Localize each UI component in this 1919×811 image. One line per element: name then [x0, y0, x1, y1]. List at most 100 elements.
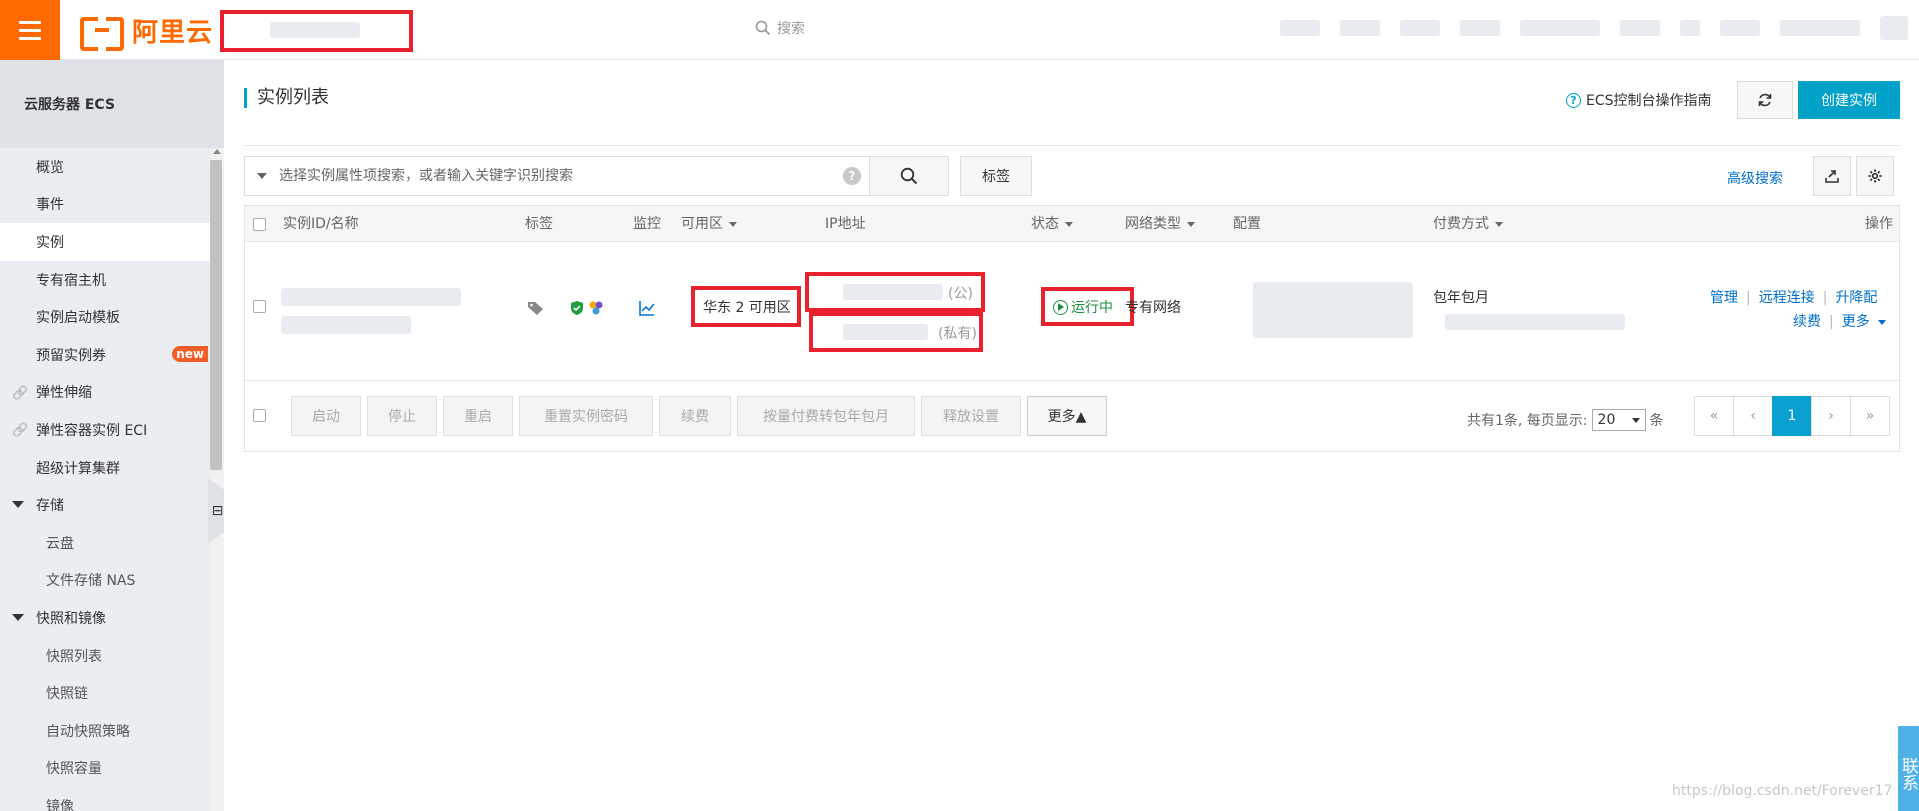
page-title: 实例列表: [244, 88, 329, 108]
col-network[interactable]: 网络类型: [1125, 206, 1195, 242]
menu-icon[interactable]: [0, 0, 60, 60]
col-status[interactable]: 状态: [1031, 206, 1073, 242]
sidebar-item[interactable]: 🔗 弹性伸缩: [0, 374, 210, 412]
search-filter-dropdown-icon[interactable]: [257, 173, 267, 179]
aliyun-logo[interactable]: 阿里云: [80, 13, 213, 51]
sidebar-item[interactable]: 存储: [0, 486, 210, 524]
last-page-button[interactable]: »: [1850, 396, 1890, 436]
redacted-expiry: [1445, 314, 1625, 330]
sidebar-item[interactable]: 镜像: [0, 787, 210, 811]
status-badge: 运行中: [1053, 297, 1113, 317]
more-actions-link[interactable]: 更多: [1842, 314, 1870, 330]
gear-icon: [1868, 169, 1882, 183]
top-search[interactable]: 搜索: [755, 18, 805, 38]
export-button[interactable]: [1813, 156, 1851, 196]
sidebar-item-label: 事件: [36, 197, 64, 214]
contact-us-button[interactable]: 联系: [1898, 726, 1919, 811]
footer-select-all-checkbox[interactable]: [253, 409, 266, 422]
resize-link[interactable]: 升降配: [1835, 290, 1877, 306]
col-billing[interactable]: 付费方式: [1433, 206, 1503, 242]
sidebar-item[interactable]: 事件: [0, 186, 210, 224]
col-zone[interactable]: 可用区: [681, 206, 737, 242]
new-badge: new: [172, 345, 208, 362]
create-instance-button[interactable]: 创建实例: [1798, 81, 1900, 119]
sidebar-item[interactable]: 自动快照策略: [0, 712, 210, 750]
col-actions: 操作: [1865, 216, 1893, 232]
redacted-topnav-6: [1620, 20, 1660, 36]
sidebar-item[interactable]: 概览: [0, 148, 210, 186]
instance-search-box[interactable]: ?: [244, 156, 872, 196]
redacted-topnav-8: [1720, 20, 1760, 36]
first-page-button[interactable]: «: [1694, 396, 1734, 436]
sidebar-item[interactable]: 云盘: [0, 524, 210, 562]
footer-checkbox-cell: [253, 409, 266, 426]
restart-button[interactable]: 重启: [443, 396, 513, 436]
zone-filter-icon: [729, 221, 737, 227]
instance-search-input[interactable]: [279, 158, 843, 194]
sidebar-item[interactable]: 超级计算集群: [0, 449, 210, 487]
next-page-button[interactable]: ›: [1811, 396, 1851, 436]
sidebar-item-label: 存储: [36, 498, 64, 515]
col-tags: 标签: [525, 216, 553, 232]
billing-value: 包年包月: [1433, 290, 1489, 306]
sidebar-item[interactable]: 快照和镜像: [0, 599, 210, 637]
sidebar-item-label: 镜像: [46, 798, 74, 811]
sidebar-item[interactable]: 快照列表: [0, 637, 210, 675]
start-button[interactable]: 启动: [291, 396, 361, 436]
sidebar-item-label: 快照链: [46, 686, 88, 703]
top-bar: 阿里云 搜索: [0, 0, 1919, 60]
convert-billing-button[interactable]: 按量付费转包年包月: [737, 396, 915, 436]
sidebar-item[interactable]: 实例: [0, 223, 210, 261]
sidebar-item[interactable]: 快照链: [0, 674, 210, 712]
redacted-topnav-7: [1680, 20, 1700, 36]
refresh-button[interactable]: [1737, 81, 1793, 119]
sidebar-item-label: 弹性伸缩: [36, 385, 92, 402]
more-batch-button[interactable]: 更多▲: [1027, 396, 1107, 436]
plugin-icon[interactable]: [588, 300, 604, 320]
reset-password-button[interactable]: 重置实例密码: [519, 396, 653, 436]
redacted-instance-name: [281, 316, 411, 334]
chevron-down-icon: [1631, 417, 1640, 423]
sidebar-item[interactable]: 实例启动模板: [0, 298, 210, 336]
zone-value: 华东 2 可用区: [703, 300, 791, 316]
renew-link[interactable]: 续费: [1793, 314, 1821, 330]
select-all-checkbox-cell: [253, 206, 266, 242]
security-shield-icon[interactable]: [570, 300, 584, 320]
tag-filter-button[interactable]: 标签: [960, 156, 1032, 196]
instance-table: 实例ID/名称 标签 监控 可用区 IP地址 状态 网络类型 配置 付费方式 操…: [244, 205, 1900, 452]
row-checkbox[interactable]: [253, 300, 266, 313]
stop-button[interactable]: 停止: [367, 396, 437, 436]
console-guide-link[interactable]: ? ECS控制台操作指南: [1566, 90, 1712, 110]
sidebar-item-label: 概览: [36, 159, 64, 176]
renew-button[interactable]: 续费: [659, 396, 731, 436]
prev-page-button[interactable]: ‹: [1733, 396, 1773, 436]
page-1-button[interactable]: 1: [1772, 396, 1812, 436]
settings-button[interactable]: [1856, 156, 1894, 196]
sidebar-item[interactable]: 🔗 弹性容器实例 ECI: [0, 411, 210, 449]
sidebar-item[interactable]: 文件存储 NAS: [0, 562, 210, 600]
release-settings-button[interactable]: 释放设置: [921, 396, 1021, 436]
select-all-checkbox[interactable]: [253, 217, 266, 231]
tag-icon[interactable]: [527, 300, 545, 320]
manage-link[interactable]: 管理: [1710, 290, 1738, 306]
search-help-icon[interactable]: ?: [843, 167, 861, 185]
table-footer: 启动 停止 重启 重置实例密码 续费 按量付费转包年包月 释放设置 更多▲ 共有…: [245, 381, 1899, 451]
table-header: 实例ID/名称 标签 监控 可用区 IP地址 状态 网络类型 配置 付费方式 操…: [245, 206, 1899, 242]
sidebar-item[interactable]: 快照容量: [0, 750, 210, 788]
search-button[interactable]: [869, 156, 949, 196]
sidebar-item[interactable]: 专有宿主机: [0, 261, 210, 299]
monitor-chart-icon[interactable]: [639, 300, 655, 320]
sidebar: 云服务器 ECS 概览 事件 实例 专有宿主机 实例启动模板 预留实例券 new 🔗 弹性伸缩 🔗…: [0, 60, 224, 811]
refresh-icon: [1758, 93, 1772, 107]
scroll-up-arrow-icon[interactable]: [213, 149, 221, 154]
status-text: 运行中: [1071, 300, 1113, 316]
watermark: https://blog.csdn.net/Forever17: [1672, 783, 1893, 799]
more-dropdown-icon[interactable]: [1878, 319, 1887, 325]
remote-connect-link[interactable]: 远程连接: [1759, 290, 1815, 306]
advanced-search-link[interactable]: 高级搜索: [1727, 168, 1783, 188]
sidebar-scrollbar-thumb[interactable]: [210, 160, 222, 470]
sidebar-item[interactable]: 预留实例券 new: [0, 336, 210, 374]
page-size-select[interactable]: 20: [1591, 409, 1646, 431]
redacted-topnav-2: [1340, 20, 1380, 36]
sidebar-item-label: 弹性容器实例 ECI: [36, 422, 148, 439]
